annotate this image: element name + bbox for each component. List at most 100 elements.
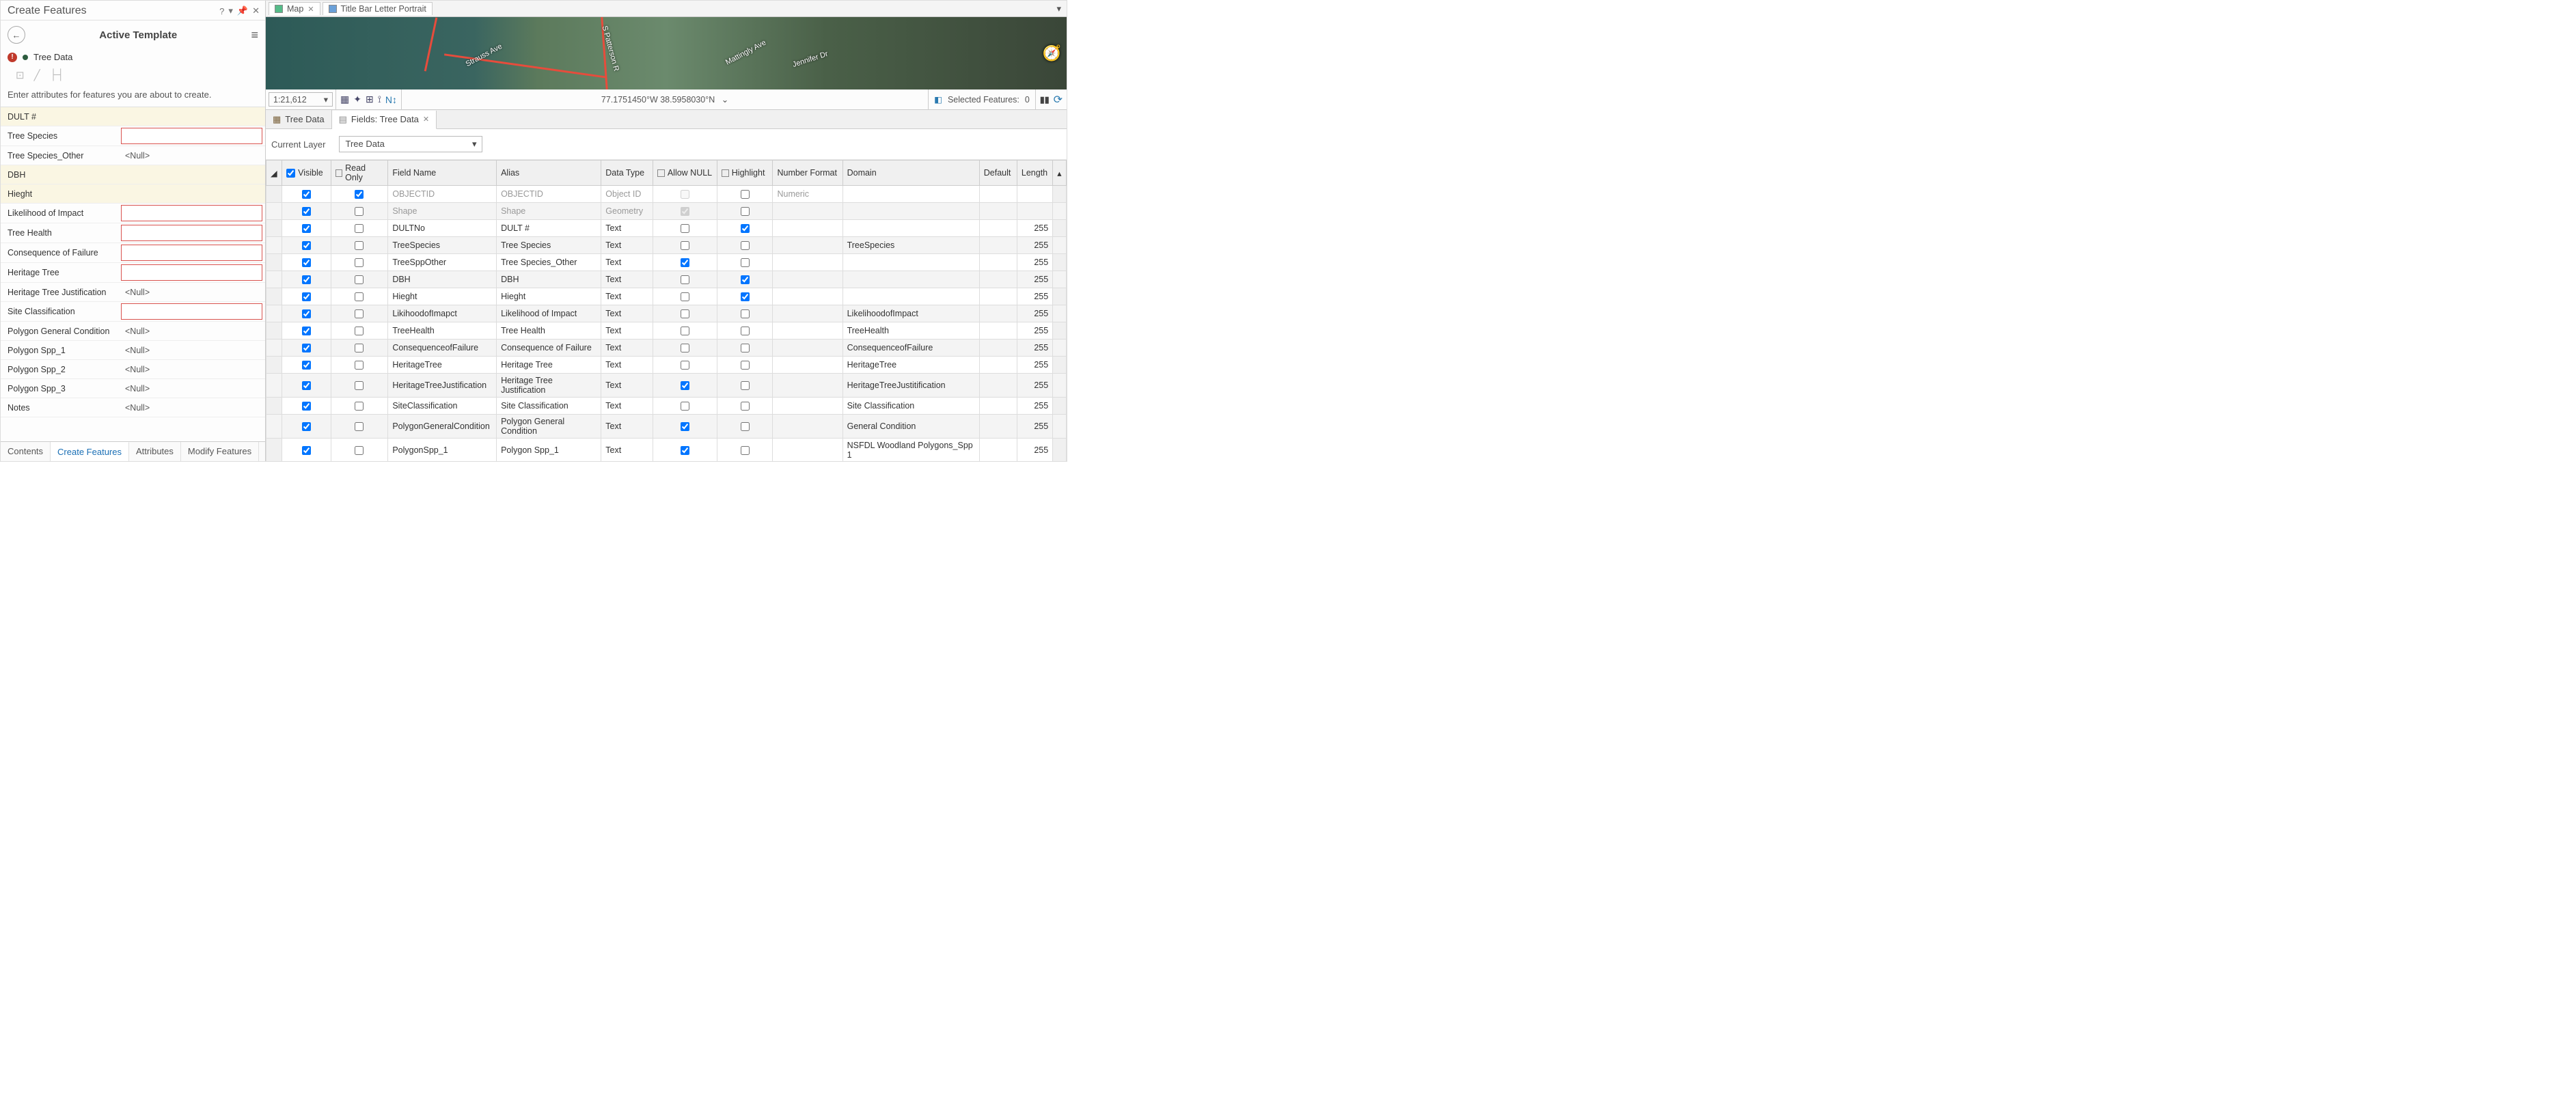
cell-allownull[interactable] bbox=[653, 322, 717, 340]
row-header[interactable] bbox=[266, 237, 282, 254]
cell-alias[interactable]: Heritage Tree bbox=[497, 357, 601, 374]
cell-default[interactable] bbox=[979, 220, 1017, 237]
col-readonly[interactable]: Read Only bbox=[331, 161, 388, 186]
cell-allownull[interactable] bbox=[653, 203, 717, 220]
cell-datatype[interactable]: Text bbox=[601, 439, 653, 462]
cell-datatype[interactable]: Text bbox=[601, 305, 653, 322]
cell-visible[interactable] bbox=[282, 305, 331, 322]
checkbox[interactable] bbox=[681, 422, 689, 431]
cell-fieldname[interactable]: DBH bbox=[388, 271, 497, 288]
cell-domain[interactable]: General Condition bbox=[842, 415, 979, 439]
cell-length[interactable]: 255 bbox=[1017, 322, 1052, 340]
attribute-value[interactable] bbox=[121, 264, 262, 281]
cell-alias[interactable]: DULT # bbox=[497, 220, 601, 237]
checkbox[interactable] bbox=[302, 275, 311, 284]
checkbox[interactable] bbox=[681, 292, 689, 301]
checkbox[interactable] bbox=[741, 309, 750, 318]
cell-datatype[interactable]: Geometry bbox=[601, 203, 653, 220]
close-icon[interactable]: ✕ bbox=[252, 5, 260, 16]
attribute-row[interactable]: Likelihood of Impact bbox=[1, 204, 265, 223]
cell-visible[interactable] bbox=[282, 237, 331, 254]
col-default[interactable]: Default bbox=[979, 161, 1017, 186]
checkbox[interactable] bbox=[355, 344, 364, 352]
cell-visible[interactable] bbox=[282, 415, 331, 439]
attribute-row[interactable]: Site Classification bbox=[1, 302, 265, 322]
table-tab[interactable]: ▤Fields: Tree Data✕ bbox=[332, 111, 437, 129]
cell-allownull[interactable] bbox=[653, 254, 717, 271]
cell-fieldname[interactable]: ConsequenceofFailure bbox=[388, 340, 497, 357]
attribute-row[interactable]: Notes<Null> bbox=[1, 398, 265, 417]
cell-numfmt[interactable] bbox=[773, 439, 842, 462]
checkbox[interactable] bbox=[302, 258, 311, 267]
checkbox[interactable] bbox=[681, 402, 689, 411]
cell-numfmt[interactable] bbox=[773, 237, 842, 254]
cell-domain[interactable]: LikelihoodofImpact bbox=[842, 305, 979, 322]
checkbox[interactable] bbox=[355, 361, 364, 370]
checkbox[interactable] bbox=[741, 402, 750, 411]
cell-alias[interactable]: Polygon Spp_1 bbox=[497, 439, 601, 462]
checkbox[interactable] bbox=[355, 292, 364, 301]
refresh-icon[interactable]: ⟳ bbox=[1054, 93, 1063, 107]
row-header[interactable] bbox=[266, 322, 282, 340]
scrollbar-track[interactable] bbox=[1053, 186, 1067, 203]
table-row[interactable]: TreeSpecies Tree Species Text TreeSpecie… bbox=[266, 237, 1067, 254]
cell-visible[interactable] bbox=[282, 398, 331, 415]
menu-icon[interactable]: ≡ bbox=[251, 28, 258, 42]
checkbox[interactable] bbox=[741, 344, 750, 352]
cell-visible[interactable] bbox=[282, 186, 331, 203]
row-header[interactable] bbox=[266, 203, 282, 220]
cell-alias[interactable]: Polygon General Condition bbox=[497, 415, 601, 439]
checkbox[interactable] bbox=[302, 309, 311, 318]
cell-allownull[interactable] bbox=[653, 271, 717, 288]
cell-alias[interactable]: Likelihood of Impact bbox=[497, 305, 601, 322]
cell-domain[interactable] bbox=[842, 220, 979, 237]
cell-numfmt[interactable] bbox=[773, 322, 842, 340]
attribute-value[interactable] bbox=[121, 128, 262, 144]
checkbox[interactable] bbox=[741, 361, 750, 370]
attribute-row[interactable]: Polygon Spp_1<Null> bbox=[1, 341, 265, 360]
table-row[interactable]: HeritageTreeJustification Heritage Tree … bbox=[266, 374, 1067, 398]
corner-header[interactable]: ◢ bbox=[266, 161, 282, 186]
cell-fieldname[interactable]: TreeSppOther bbox=[388, 254, 497, 271]
checkbox[interactable] bbox=[302, 241, 311, 250]
cell-highlight[interactable] bbox=[717, 398, 773, 415]
pause-icon[interactable]: ▮▮ bbox=[1040, 94, 1050, 105]
cell-highlight[interactable] bbox=[717, 357, 773, 374]
cell-domain[interactable] bbox=[842, 288, 979, 305]
checkbox[interactable] bbox=[302, 207, 311, 216]
checkbox[interactable] bbox=[355, 327, 364, 335]
cell-default[interactable] bbox=[979, 237, 1017, 254]
cell-highlight[interactable] bbox=[717, 415, 773, 439]
cell-domain[interactable]: TreeSpecies bbox=[842, 237, 979, 254]
cell-alias[interactable]: Hieght bbox=[497, 288, 601, 305]
checkbox[interactable] bbox=[681, 224, 689, 233]
cell-readonly[interactable] bbox=[331, 186, 388, 203]
cell-allownull[interactable] bbox=[653, 288, 717, 305]
visible-all-checkbox[interactable] bbox=[286, 169, 295, 178]
checkbox[interactable] bbox=[355, 309, 364, 318]
cell-domain[interactable] bbox=[842, 203, 979, 220]
checkbox[interactable] bbox=[741, 190, 750, 199]
cell-datatype[interactable]: Text bbox=[601, 220, 653, 237]
cell-alias[interactable]: Heritage Tree Justification bbox=[497, 374, 601, 398]
checkbox[interactable] bbox=[302, 381, 311, 390]
close-icon[interactable]: ✕ bbox=[307, 5, 314, 14]
autohide-icon[interactable]: ▾ bbox=[228, 5, 233, 16]
cell-length[interactable] bbox=[1017, 203, 1052, 220]
view-tabs-dropdown-icon[interactable]: ▾ bbox=[1051, 2, 1067, 16]
cell-numfmt[interactable]: Numeric bbox=[773, 186, 842, 203]
cell-datatype[interactable]: Text bbox=[601, 415, 653, 439]
table-row[interactable]: HeritageTree Heritage Tree Text Heritage… bbox=[266, 357, 1067, 374]
cell-highlight[interactable] bbox=[717, 237, 773, 254]
cell-domain[interactable] bbox=[842, 186, 979, 203]
cell-highlight[interactable] bbox=[717, 340, 773, 357]
cell-datatype[interactable]: Text bbox=[601, 357, 653, 374]
checkbox[interactable] bbox=[741, 381, 750, 390]
cell-highlight[interactable] bbox=[717, 322, 773, 340]
cell-highlight[interactable] bbox=[717, 254, 773, 271]
checkbox[interactable] bbox=[355, 275, 364, 284]
fields-grid[interactable]: ◢ Visible Read Only Field Name Alias Dat… bbox=[266, 160, 1067, 461]
cell-fieldname[interactable]: HeritageTreeJustification bbox=[388, 374, 497, 398]
cell-visible[interactable] bbox=[282, 220, 331, 237]
correction-icon[interactable]: ✦ bbox=[353, 94, 361, 105]
